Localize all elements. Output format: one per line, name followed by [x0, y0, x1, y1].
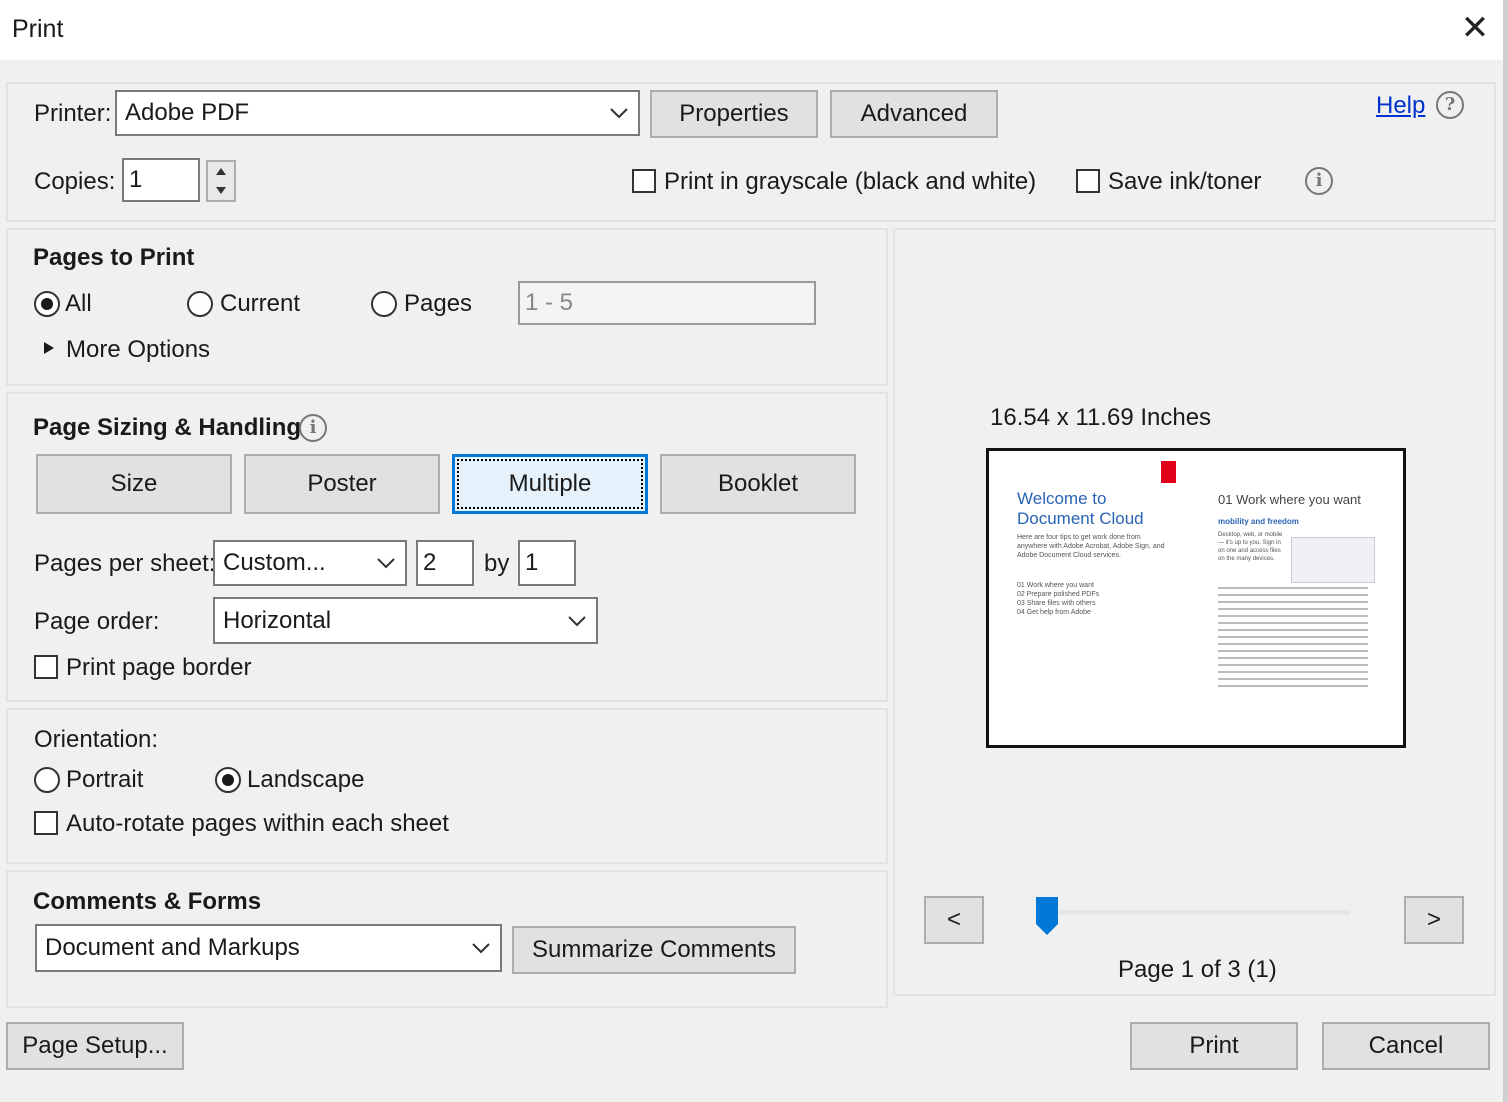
preview-device-image	[1291, 537, 1375, 583]
size-button[interactable]: Size	[36, 454, 232, 514]
info-icon[interactable]: i	[1305, 167, 1333, 195]
print-border-label: Print page border	[66, 654, 252, 681]
preview-toc-item: 03 Share files with others	[1017, 600, 1096, 607]
properties-button[interactable]: Properties	[650, 90, 818, 138]
rows-value: 1	[525, 549, 539, 576]
chevron-down-icon	[558, 599, 596, 642]
grayscale-checkbox[interactable]	[632, 169, 656, 193]
page-range-value: 1 - 5	[525, 289, 574, 316]
rows-input[interactable]: 1	[518, 540, 576, 586]
help-question-icon[interactable]: ?	[1436, 91, 1464, 119]
pages-to-print-heading: Pages to Print	[33, 244, 195, 271]
printer-dropdown[interactable]: Adobe PDF	[115, 90, 640, 136]
page-order-value: Horizontal	[223, 606, 332, 634]
copies-label: Copies:	[34, 168, 116, 195]
preview-size-text: 16.54 x 11.69 Inches	[990, 404, 1212, 431]
chevron-down-icon	[600, 92, 638, 134]
radio-landscape[interactable]	[215, 767, 241, 793]
save-ink-label: Save ink/toner	[1108, 168, 1262, 195]
preview-right-body: Desktop, web, or mobile — it's up to you…	[1218, 532, 1283, 562]
printer-label: Printer:	[34, 100, 112, 127]
page-range-input[interactable]: 1 - 5	[518, 281, 816, 325]
preview-left-intro: Here are four tips to get work done from…	[1017, 534, 1165, 559]
preview-left-toc: 01 Work where you want 02 Prepare polish…	[1017, 581, 1167, 617]
prev-page-button[interactable]: <	[924, 896, 984, 944]
title-bar	[0, 0, 1508, 60]
radio-current-label: Current	[220, 290, 301, 317]
page-setup-button[interactable]: Page Setup...	[6, 1022, 184, 1070]
copies-value: 1	[129, 166, 143, 193]
page-slider-thumb[interactable]	[1035, 896, 1059, 936]
preview-toc-item: 04 Get help from Adobe	[1017, 609, 1091, 616]
next-page-button[interactable]: >	[1404, 896, 1464, 944]
by-label: by	[484, 550, 510, 577]
pages-per-sheet-value: Custom...	[223, 549, 326, 576]
orientation-heading: Orientation:	[34, 726, 159, 753]
page-status: Page 1 of 3 (1)	[1118, 956, 1277, 983]
grayscale-label: Print in grayscale (black and white)	[664, 168, 1037, 195]
radio-all-label: All	[65, 290, 92, 317]
page-order-label: Page order:	[34, 608, 160, 635]
print-border-checkbox[interactable]	[34, 655, 58, 679]
expand-triangle-icon[interactable]	[43, 340, 55, 356]
columns-value: 2	[423, 549, 437, 576]
portrait-label: Portrait	[66, 766, 144, 793]
landscape-label: Landscape	[247, 766, 365, 793]
radio-all[interactable]	[34, 291, 60, 317]
page-slider-track[interactable]	[1050, 910, 1350, 915]
copies-spinner[interactable]	[206, 160, 236, 202]
preview-right-heading: 01 Work where you want	[1218, 492, 1361, 507]
advanced-button[interactable]: Advanced	[830, 90, 998, 138]
columns-input[interactable]: 2	[416, 540, 474, 586]
booklet-button[interactable]: Booklet	[660, 454, 856, 514]
auto-rotate-label: Auto-rotate pages within each sheet	[66, 810, 449, 837]
print-button[interactable]: Print	[1130, 1022, 1298, 1070]
summarize-comments-button[interactable]: Summarize Comments	[512, 926, 796, 974]
close-icon[interactable]: ✕	[1455, 8, 1495, 48]
comments-dropdown[interactable]: Document and Markups	[35, 924, 502, 972]
multiple-button[interactable]: Multiple	[452, 454, 648, 514]
chevron-down-icon	[462, 926, 500, 970]
window-border	[1503, 0, 1508, 1102]
preview-left-title: Welcome to Document Cloud	[1017, 489, 1144, 529]
comments-forms-heading: Comments & Forms	[33, 888, 262, 915]
spin-down-icon[interactable]	[208, 182, 234, 200]
radio-portrait[interactable]	[34, 767, 60, 793]
radio-pages-label: Pages	[404, 290, 473, 317]
preview-sheet: Welcome to Document Cloud Here are four …	[986, 448, 1406, 748]
info-icon[interactable]: i	[299, 414, 327, 442]
poster-button[interactable]: Poster	[244, 454, 440, 514]
more-options-link[interactable]: More Options	[66, 336, 210, 364]
page-order-dropdown[interactable]: Horizontal	[213, 597, 598, 644]
window-title: Print	[12, 15, 64, 43]
comments-value: Document and Markups	[45, 934, 300, 961]
save-ink-checkbox[interactable]	[1076, 169, 1100, 193]
radio-current[interactable]	[187, 291, 213, 317]
cancel-button[interactable]: Cancel	[1322, 1022, 1490, 1070]
page-sizing-heading: Page Sizing & Handling	[33, 414, 302, 441]
help-link[interactable]: Help	[1376, 92, 1425, 120]
radio-pages[interactable]	[371, 291, 397, 317]
preview-left-title-line1: Welcome to	[1017, 489, 1107, 508]
copies-input[interactable]: 1	[122, 158, 200, 202]
pages-per-sheet-label: Pages per sheet:	[34, 550, 216, 577]
chevron-down-icon	[367, 542, 405, 584]
adobe-logo-icon	[1161, 461, 1176, 483]
preview-left-title-line2: Document Cloud	[1017, 509, 1144, 528]
printer-value: Adobe PDF	[125, 99, 250, 126]
spin-up-icon[interactable]	[208, 162, 234, 180]
pages-per-sheet-dropdown[interactable]: Custom...	[213, 540, 407, 586]
preview-right-subheading: mobility and freedom	[1218, 517, 1299, 526]
preview-text-lines	[1218, 587, 1368, 691]
auto-rotate-checkbox[interactable]	[34, 811, 58, 835]
preview-toc-item: 01 Work where you want	[1017, 582, 1094, 589]
preview-toc-item: 02 Prepare polished PDFs	[1017, 591, 1100, 598]
